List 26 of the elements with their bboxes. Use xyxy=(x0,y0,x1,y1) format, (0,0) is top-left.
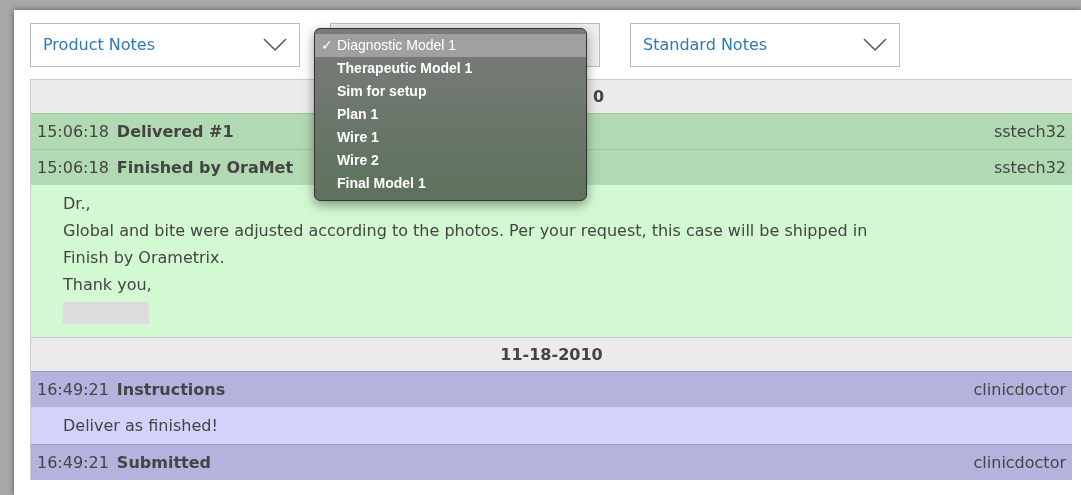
note-user: sstech32 xyxy=(993,120,1066,143)
note-title: Finished by OraMet xyxy=(116,156,294,179)
note-user: clinicdoctor xyxy=(973,451,1066,474)
menu-item-label: Sim for setup xyxy=(337,82,427,101)
note-title: Delivered #1 xyxy=(116,120,234,143)
menu-item-label: Wire 2 xyxy=(337,151,379,170)
note-text: Thank you, xyxy=(63,274,153,296)
note-time: 16:49:21 xyxy=(37,451,109,474)
check-icon: ✓ xyxy=(315,35,337,56)
note-user: sstech32 xyxy=(993,156,1066,179)
menu-item-label: Diagnostic Model 1 xyxy=(337,36,457,55)
note-user: clinicdoctor xyxy=(973,378,1066,401)
note-time: 15:06:18 xyxy=(37,120,109,143)
note-title: Instructions xyxy=(116,378,226,401)
menu-item-label: Therapeutic Model 1 xyxy=(337,59,473,78)
menu-item-label: Plan 1 xyxy=(337,105,379,124)
note-text: Deliver as finished! xyxy=(63,415,219,437)
note-time: 15:06:18 xyxy=(37,156,109,179)
note-title: Submitted xyxy=(116,451,211,474)
menu-item-label: Final Model 1 xyxy=(337,174,426,193)
menu-item-label: Wire 1 xyxy=(337,128,379,147)
note-text: Global and bite were adjusted according to the photos. Per your request, this case will be shipped in Finish by Orametrix. xyxy=(63,220,869,269)
note-text: Dr., xyxy=(63,193,92,215)
note-time: 16:49:21 xyxy=(37,378,109,401)
date-text: 11-18-2010 xyxy=(500,343,603,366)
date-text: 0 xyxy=(593,85,605,108)
